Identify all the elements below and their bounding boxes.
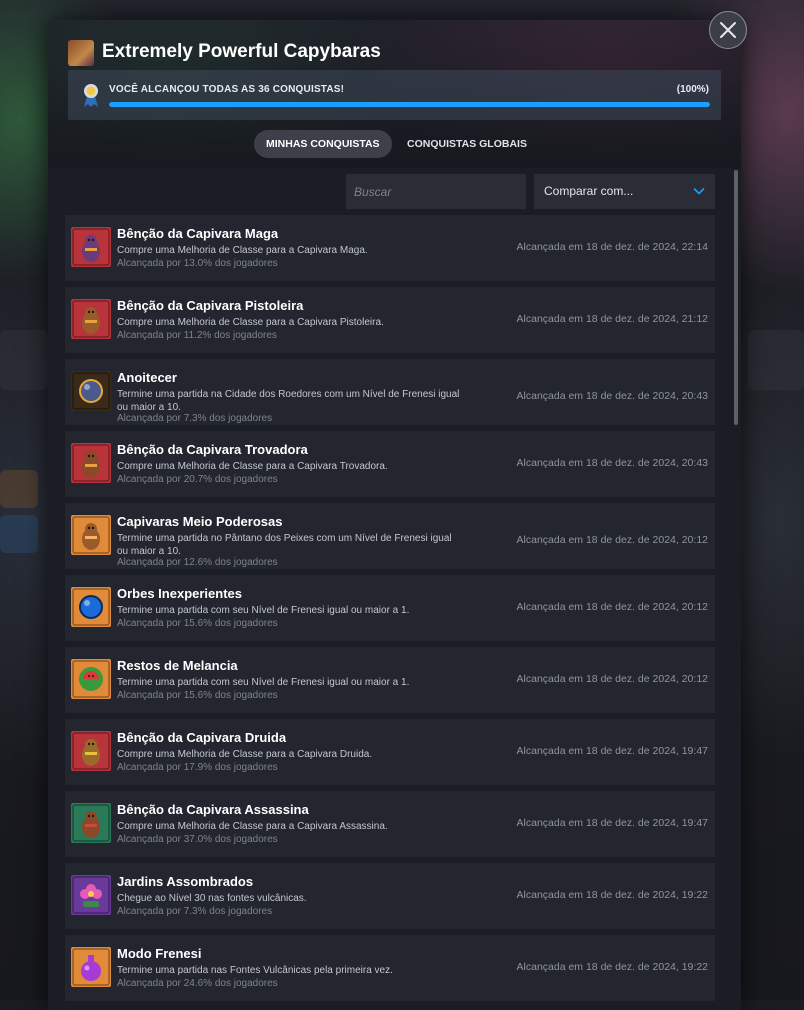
achievement-description: Compre uma Melhoria de Classe para a Cap… <box>117 245 368 256</box>
haunted-flower-icon <box>71 875 111 915</box>
purple-flask-icon <box>71 947 111 987</box>
achievement-row[interactable]: Jardins Assombrados Chegue ao Nível 30 n… <box>65 863 715 929</box>
achievement-title: Anoitecer <box>117 370 177 385</box>
achievement-unlock-date: Alcançada em 18 de dez. de 2024, 19:47 <box>516 817 708 829</box>
scrollbar[interactable] <box>734 170 738 425</box>
achievement-global-percent: Alcançada por 24.6% dos jogadores <box>117 978 278 989</box>
progress-summary: VOCÊ ALCANÇOU TODAS AS 36 CONQUISTAS! (1… <box>68 70 721 120</box>
achievement-unlock-date: Alcançada em 18 de dez. de 2024, 20:43 <box>516 457 708 469</box>
bard-capybara-icon <box>71 443 111 483</box>
achievement-row[interactable]: Bênção da Capivara Assassina Compre uma … <box>65 791 715 857</box>
tab-my-achievements[interactable]: MINHAS CONQUISTAS <box>254 130 392 158</box>
achievement-description: Compre uma Melhoria de Classe para a Cap… <box>117 749 373 760</box>
achievement-row[interactable]: Restos de Melancia Termine uma partida c… <box>65 647 715 713</box>
progress-bar-fill <box>109 102 710 107</box>
night-orb-icon <box>71 371 111 411</box>
achievement-row[interactable]: Bênção da Capivara Trovadora Compre uma … <box>65 431 715 497</box>
achievement-global-percent: Alcançada por 7.3% dos jogadores <box>117 413 273 424</box>
tab-global-achievements[interactable]: CONQUISTAS GLOBAIS <box>395 130 539 158</box>
achievement-description: Termine uma partida na Cidade dos Roedor… <box>117 389 460 413</box>
close-button[interactable] <box>709 11 747 49</box>
achievement-description: Chegue ao Nível 30 nas fontes vulcânicas… <box>117 893 307 904</box>
achievement-global-percent: Alcançada por 15.6% dos jogadores <box>117 690 278 701</box>
achievement-description: Compre uma Melhoria de Classe para a Cap… <box>117 461 388 472</box>
achievement-title: Bênção da Capivara Trovadora <box>117 442 308 457</box>
mage-capybara-icon <box>71 227 111 267</box>
achievement-row[interactable]: Modo Frenesi Termine uma partida nas Fon… <box>65 935 715 1001</box>
achievement-unlock-date: Alcançada em 18 de dez. de 2024, 19:22 <box>516 961 708 973</box>
chevron-down-icon <box>693 187 705 195</box>
achievement-title: Modo Frenesi <box>117 946 202 961</box>
compare-dropdown-label: Comparar com... <box>544 184 634 198</box>
search-input[interactable] <box>346 174 526 209</box>
achievement-row[interactable]: Bênção da Capivara Maga Compre uma Melho… <box>65 215 715 281</box>
capybara-icon <box>71 515 111 555</box>
achievement-global-percent: Alcançada por 7.3% dos jogadores <box>117 906 273 917</box>
achievement-title: Orbes Inexperientes <box>117 586 242 601</box>
achievement-global-percent: Alcançada por 37.0% dos jogadores <box>117 834 278 845</box>
achievement-title: Capivaras Meio Poderosas <box>117 514 283 529</box>
achievement-unlock-date: Alcançada em 18 de dez. de 2024, 19:22 <box>516 889 708 901</box>
achievement-list: Bênção da Capivara Maga Compre uma Melho… <box>65 215 715 1007</box>
achievement-row[interactable]: Anoitecer Termine uma partida na Cidade … <box>65 359 715 425</box>
achievement-unlock-date: Alcançada em 18 de dez. de 2024, 22:14 <box>516 241 708 253</box>
game-title: Extremely Powerful Capybaras <box>102 41 381 62</box>
achievement-global-percent: Alcançada por 20.7% dos jogadores <box>117 474 278 485</box>
blue-orb-icon <box>71 587 111 627</box>
achievement-row[interactable]: Bênção da Capivara Pistoleira Compre uma… <box>65 287 715 353</box>
achievement-title: Bênção da Capivara Pistoleira <box>117 298 304 313</box>
achievement-title: Bênção da Capivara Druida <box>117 730 287 745</box>
gunslinger-capybara-icon <box>71 299 111 339</box>
achievement-row[interactable]: Bênção da Capivara Druida Compre uma Mel… <box>65 719 715 785</box>
modal-header: Extremely Powerful Capybaras VOCÊ ALCANÇ… <box>48 20 741 168</box>
progress-percent: (100%) <box>676 84 709 95</box>
assassin-capybara-icon <box>71 803 111 843</box>
game-icon <box>68 40 94 66</box>
achievement-description: Compre uma Melhoria de Classe para a Cap… <box>117 317 384 328</box>
achievement-description: Termine uma partida com seu Nível de Fre… <box>117 605 410 616</box>
achievement-description: Compre uma Melhoria de Classe para a Cap… <box>117 821 388 832</box>
achievement-global-percent: Alcançada por 12.6% dos jogadores <box>117 557 278 568</box>
achievement-row[interactable]: Orbes Inexperientes Termine uma partida … <box>65 575 715 641</box>
compare-dropdown[interactable]: Comparar com... <box>534 174 715 209</box>
medal-icon <box>84 84 98 107</box>
achievement-description: Termine uma partida no Pântano dos Peixe… <box>117 533 452 557</box>
achievement-title: Bênção da Capivara Maga <box>117 226 279 241</box>
achievement-unlock-date: Alcançada em 18 de dez. de 2024, 20:12 <box>516 534 708 546</box>
achievement-title: Jardins Assombrados <box>117 874 254 889</box>
achievement-row[interactable]: Capivaras Meio Poderosas Termine uma par… <box>65 503 715 569</box>
achievement-global-percent: Alcançada por 15.6% dos jogadores <box>117 618 278 629</box>
achievement-global-percent: Alcançada por 13.0% dos jogadores <box>117 258 278 269</box>
achievement-title: Bênção da Capivara Assassina <box>117 802 309 817</box>
achievement-unlock-date: Alcançada em 18 de dez. de 2024, 21:12 <box>516 313 708 325</box>
achievement-unlock-date: Alcançada em 18 de dez. de 2024, 20:43 <box>516 390 708 402</box>
druid-capybara-icon <box>71 731 111 771</box>
achievement-description: Termine uma partida com seu Nível de Fre… <box>117 677 410 688</box>
watermelon-icon <box>71 659 111 699</box>
progress-bar <box>109 102 710 107</box>
achievement-unlock-date: Alcançada em 18 de dez. de 2024, 20:12 <box>516 673 708 685</box>
achievement-unlock-date: Alcançada em 18 de dez. de 2024, 20:12 <box>516 601 708 613</box>
achievement-global-percent: Alcançada por 17.9% dos jogadores <box>117 762 278 773</box>
progress-label: VOCÊ ALCANÇOU TODAS AS 36 CONQUISTAS! <box>109 84 345 95</box>
achievement-global-percent: Alcançada por 11.2% dos jogadores <box>117 330 277 341</box>
achievement-description: Termine uma partida nas Fontes Vulcânica… <box>117 965 393 976</box>
close-icon <box>720 22 736 38</box>
achievements-modal: Extremely Powerful Capybaras VOCÊ ALCANÇ… <box>48 20 741 1010</box>
achievement-title: Restos de Melancia <box>117 658 238 673</box>
achievement-unlock-date: Alcançada em 18 de dez. de 2024, 19:47 <box>516 745 708 757</box>
